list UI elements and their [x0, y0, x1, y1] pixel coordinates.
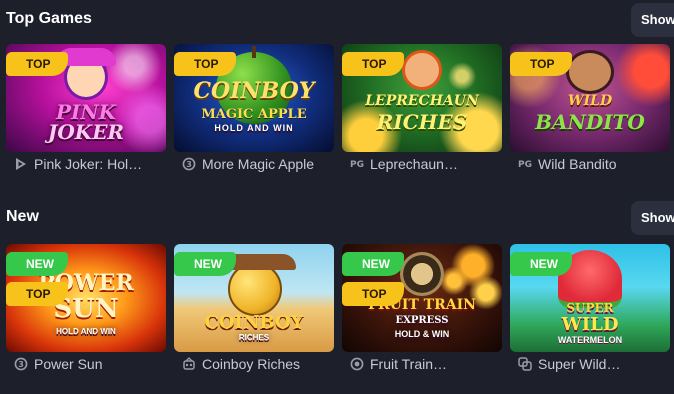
game-meta: 3 More Magic Apple — [182, 155, 334, 173]
game-thumbnail[interactable]: POWER SUN HOLD AND WIN NEW TOP — [6, 244, 166, 352]
train-front-icon — [400, 252, 444, 296]
game-card[interactable]: FRUIT TRAIN EXPRESS HOLD & WIN NEW TOP F… — [342, 244, 502, 372]
game-logo-line1: LEPRECHAUN — [365, 93, 479, 109]
game-meta: PG Leprechaun… — [350, 155, 502, 173]
new-badge: NEW — [174, 252, 236, 276]
game-meta: Super Wild… — [518, 355, 670, 373]
new-games-section: New Show POWER SUN HOLD AND WIN NEW TOP … — [0, 198, 674, 372]
svg-text:3: 3 — [186, 160, 192, 169]
leprechaun-face-icon — [402, 50, 442, 90]
game-logo-line1: WILD — [567, 93, 613, 109]
section-title: New — [6, 208, 39, 225]
game-logo-line2: WILD — [561, 314, 619, 335]
section-title: Top Games — [6, 10, 92, 27]
pg-logo-icon: PG — [518, 157, 534, 171]
game-title[interactable]: Fruit Train… — [370, 356, 447, 372]
top-badge: TOP — [342, 52, 404, 76]
bandito-face-icon — [566, 50, 614, 94]
ring-icon — [350, 357, 366, 371]
game-meta: Coinboy Riches — [182, 355, 334, 373]
game-logo-line2: BANDITO — [535, 110, 645, 134]
new-badge: NEW — [6, 252, 68, 276]
pg-logo-icon: PG — [350, 157, 366, 171]
game-meta: PG Wild Bandito — [518, 155, 670, 173]
game-title[interactable]: Coinboy Riches — [202, 356, 300, 372]
robot-head-icon — [182, 357, 198, 371]
game-logo-line1: PINK — [55, 100, 117, 124]
svg-text:3: 3 — [18, 360, 24, 369]
game-meta: Fruit Train… — [350, 355, 502, 373]
coin-character-icon — [228, 262, 282, 316]
game-card[interactable]: SUPER WILD WATERMELON NEW Super Wild… — [510, 244, 670, 372]
link-squares-icon — [518, 357, 534, 371]
game-thumbnail[interactable]: SUPER WILD WATERMELON NEW — [510, 244, 670, 352]
game-title[interactable]: Power Sun — [34, 356, 102, 372]
game-title[interactable]: More Magic Apple — [202, 156, 314, 172]
apple-stem-icon — [252, 46, 256, 58]
game-title[interactable]: Pink Joker: Hol… — [34, 156, 142, 172]
game-thumbnail[interactable]: FRUIT TRAIN EXPRESS HOLD & WIN NEW TOP — [342, 244, 502, 352]
game-thumbnail[interactable]: COINBOY RICHES NEW — [174, 244, 334, 352]
game-card[interactable]: POWER SUN HOLD AND WIN NEW TOP 3 Power S… — [6, 244, 166, 372]
game-card-row: PINK JOKER TOP Pink Joker: Hol… COINBOY … — [0, 44, 674, 194]
top-badge: TOP — [6, 52, 68, 76]
game-title[interactable]: Super Wild… — [538, 356, 620, 372]
game-card[interactable]: LEPRECHAUN RICHES TOP PG Leprechaun… — [342, 44, 502, 172]
show-all-button[interactable]: Show — [631, 201, 674, 235]
game-card[interactable]: COINBOY MAGIC APPLE HOLD AND WIN TOP 3 M… — [174, 44, 334, 172]
game-logo-line2: EXPRESS — [395, 315, 449, 326]
game-thumbnail[interactable]: WILD BANDITO TOP — [510, 44, 670, 152]
game-logo-sub: WATERMELON — [557, 335, 623, 345]
play-triangle-icon — [14, 157, 30, 171]
svg-text:PG: PG — [350, 160, 364, 169]
game-logo-sub: HOLD AND WIN — [214, 123, 294, 133]
top-games-section: Top Games Show PINK JOKER TOP Pink Joker… — [0, 0, 674, 190]
game-card[interactable]: PINK JOKER TOP Pink Joker: Hol… — [6, 44, 166, 172]
new-badge: NEW — [510, 252, 572, 276]
top-badge: TOP — [510, 52, 572, 76]
three-circle-icon: 3 — [14, 357, 30, 371]
game-title[interactable]: Wild Bandito — [538, 156, 617, 172]
game-meta: 3 Power Sun — [14, 355, 166, 373]
game-logo-line1: COINBOY — [204, 312, 304, 333]
game-logo-line2: RICHES — [376, 110, 468, 134]
game-thumbnail[interactable]: COINBOY MAGIC APPLE HOLD AND WIN TOP — [174, 44, 334, 152]
game-title[interactable]: Leprechaun… — [370, 156, 458, 172]
game-logo-line2: RICHES — [238, 333, 270, 342]
three-circle-icon: 3 — [182, 157, 198, 171]
top-badge: TOP — [6, 282, 68, 306]
top-badge: TOP — [342, 282, 404, 306]
game-logo-line1: COINBOY — [193, 78, 315, 104]
game-thumbnail[interactable]: PINK JOKER TOP — [6, 44, 166, 152]
game-logo-sub: HOLD AND WIN — [56, 327, 116, 336]
game-logo-line1: SUPER — [566, 301, 614, 315]
show-all-button[interactable]: Show — [631, 3, 674, 37]
svg-text:PG: PG — [518, 160, 532, 169]
game-logo-sub: HOLD & WIN — [394, 329, 450, 339]
game-card[interactable]: WILD BANDITO TOP PG Wild Bandito — [510, 44, 670, 172]
new-badge: NEW — [342, 252, 404, 276]
game-meta: Pink Joker: Hol… — [14, 155, 166, 173]
game-logo-line2: MAGIC APPLE — [201, 107, 307, 122]
game-card[interactable]: COINBOY RICHES NEW Coinboy Riches — [174, 244, 334, 372]
top-badge: TOP — [174, 52, 236, 76]
game-logo-line2: JOKER — [47, 120, 125, 144]
game-thumbnail[interactable]: LEPRECHAUN RICHES TOP — [342, 44, 502, 152]
